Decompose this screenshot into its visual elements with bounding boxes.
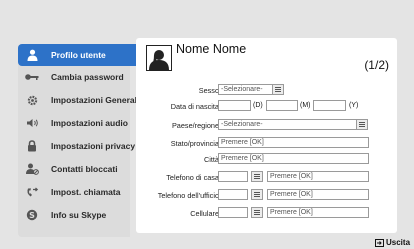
- paese-label: Paese/regione: [171, 121, 219, 130]
- list-icon: [254, 210, 260, 215]
- speaker-icon: [25, 116, 39, 130]
- settings-screen: Profilo utente Cambia password Impostazi…: [0, 0, 414, 249]
- page-indicator: (1/2): [364, 58, 389, 72]
- list-icon: [275, 87, 281, 92]
- data-nascita-label: Data di nascita: [170, 102, 219, 111]
- citta-label: Città: [203, 155, 219, 164]
- sesso-label: Sesso: [198, 86, 219, 95]
- sidebar-item-contatti-bloccati[interactable]: Contatti bloccati: [18, 158, 136, 180]
- settings-sidebar: Profilo utente Cambia password Impostazi…: [18, 44, 142, 237]
- day-unit: (D): [253, 102, 263, 109]
- exit-label: Uscita: [386, 238, 411, 247]
- sidebar-item-impostazioni-audio[interactable]: Impostazioni audio: [18, 112, 136, 134]
- sidebar-item-impostazioni-generali[interactable]: Impostazioni Generali: [18, 89, 140, 111]
- year-input[interactable]: [313, 100, 346, 111]
- sidebar-item-info-su-skype[interactable]: S Info su Skype: [18, 204, 136, 226]
- sidebar-item-label: Info su Skype: [51, 210, 107, 220]
- call-forward-icon: [25, 185, 39, 199]
- month-unit: (M): [300, 102, 311, 109]
- sidebar-item-label: Impostazioni audio: [51, 118, 128, 128]
- sidebar-item-cambia-password[interactable]: Cambia password: [18, 66, 136, 88]
- profile-name: Nome Nome: [176, 42, 247, 56]
- sidebar-item-label: Cambia password: [51, 72, 124, 82]
- list-icon: [254, 192, 260, 197]
- stato-label: Stato/provincia: [170, 139, 219, 148]
- sesso-select[interactable]: -Selezionare-: [218, 84, 273, 95]
- lock-icon: [25, 139, 39, 153]
- key-icon: [25, 70, 39, 84]
- citta-input[interactable]: Premere [OK]: [218, 153, 369, 164]
- paese-select[interactable]: -Selezionare-: [218, 119, 357, 130]
- profile-panel: Nome Nome (1/2) Sesso -Selezionare- Data…: [136, 38, 397, 233]
- tel-casa-input[interactable]: Premere [OK]: [267, 171, 369, 182]
- sidebar-item-profilo-utente[interactable]: Profilo utente: [18, 44, 142, 66]
- sidebar-item-label: Impostazioni Generali: [51, 95, 140, 105]
- sidebar-item-impost-chiamata[interactable]: Impost. chiamata: [18, 181, 136, 203]
- svg-text:S: S: [29, 211, 35, 220]
- paese-dropdown-button[interactable]: [356, 119, 368, 130]
- cellulare-input[interactable]: Premere [OK]: [267, 207, 369, 218]
- tel-ufficio-input[interactable]: Premere [OK]: [267, 189, 369, 200]
- sidebar-item-label: Impost. chiamata: [51, 187, 121, 197]
- stato-input[interactable]: Premere [OK]: [218, 137, 369, 148]
- tel-casa-label: Telefono di casa: [166, 173, 219, 182]
- cellulare-dropdown-button[interactable]: [251, 207, 263, 218]
- sidebar-item-label: Contatti bloccati: [51, 164, 118, 174]
- sesso-dropdown-button[interactable]: [272, 84, 284, 95]
- tel-ufficio-dropdown-button[interactable]: [251, 189, 263, 200]
- cellulare-label: Cellulare: [190, 209, 219, 218]
- day-input[interactable]: [218, 100, 251, 111]
- month-input[interactable]: [266, 100, 298, 111]
- gear-icon: [25, 93, 39, 107]
- sidebar-item-label: Impostazioni privacy: [51, 141, 136, 151]
- avatar: [146, 45, 172, 71]
- cellulare-prefix[interactable]: [218, 207, 248, 218]
- exit-button[interactable]: Uscita: [375, 237, 410, 248]
- sidebar-item-label: Profilo utente: [51, 50, 106, 60]
- year-unit: (Y): [349, 102, 359, 109]
- tel-ufficio-prefix[interactable]: [218, 189, 248, 200]
- sidebar-item-impostazioni-privacy[interactable]: Impostazioni privacy: [18, 135, 136, 157]
- list-icon: [359, 122, 365, 127]
- tel-casa-dropdown-button[interactable]: [251, 171, 263, 182]
- tel-ufficio-label: Telefono dell'ufficio: [157, 191, 219, 200]
- skype-icon: S: [25, 208, 39, 222]
- list-icon: [254, 174, 260, 179]
- user-icon: [25, 48, 39, 62]
- tel-casa-prefix[interactable]: [218, 171, 248, 182]
- exit-icon: [375, 238, 384, 247]
- blocked-contact-icon: [25, 162, 39, 176]
